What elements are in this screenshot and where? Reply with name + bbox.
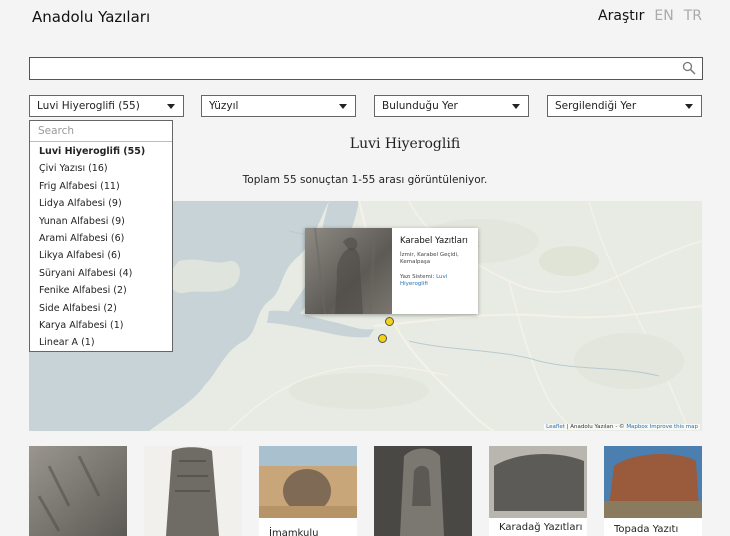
filter-label: Bulunduğu Yer (382, 100, 458, 112)
search-bar (29, 57, 703, 80)
result-card[interactable]: İmamkulu (259, 446, 357, 536)
chevron-down-icon (512, 104, 520, 109)
result-card[interactable]: Karadağ Yazıtları (489, 446, 587, 536)
dropdown-option[interactable]: Fenike Alfabesi (2) (30, 283, 172, 300)
popup-system-label: Yazı Sistemi: (400, 274, 435, 280)
popup-title[interactable]: Karabel Yazıtları (400, 236, 468, 246)
chevron-down-icon (339, 104, 347, 109)
dropdown-option[interactable]: Yunan Alfabesi (9) (30, 214, 172, 231)
filter-label: Sergilendiği Yer (555, 100, 637, 112)
result-count-text: Toplam 55 sonuçtan 1-55 arası görüntülen… (242, 174, 488, 186)
brand-title[interactable]: Anadolu Yazıları (32, 8, 150, 26)
popup-location: İzmir, Karabel Geçidi, Kemalpaşa (400, 252, 459, 265)
filter-century[interactable]: Yüzyıl (201, 95, 356, 117)
card-title[interactable]: Karadağ Yazıtları (499, 522, 582, 533)
nav-search-link[interactable]: Araştır (598, 8, 644, 24)
dropdown-option[interactable]: Çivi Yazısı (16) (30, 161, 172, 178)
dropdown-option[interactable]: Side Alfabesi (2) (30, 301, 172, 318)
leaflet-link[interactable]: Leaflet (546, 424, 565, 430)
card-image (29, 446, 127, 536)
card-title[interactable]: İmamkulu (269, 528, 319, 536)
search-icon[interactable] (682, 61, 696, 75)
dropdown-option[interactable]: Lidya Alfabesi (9) (30, 196, 172, 213)
dropdown-option[interactable]: Karya Alfabesi (1) (30, 318, 172, 335)
card-image (144, 446, 242, 536)
map-popup[interactable]: Karabel Yazıtları İzmir, Karabel Geçidi,… (305, 227, 478, 315)
result-card[interactable] (374, 446, 472, 536)
filter-writing-system[interactable]: Luvi Hiyeroglifi (55) (29, 95, 184, 117)
dropdown-option[interactable]: Arami Alfabesi (6) (30, 231, 172, 248)
dropdown-list: Luvi Hiyeroglifi (55) Çivi Yazısı (16) F… (30, 142, 172, 353)
dropdown-option[interactable]: Likya Alfabesi (6) (30, 248, 172, 265)
dropdown-option[interactable]: Frig Alfabesi (11) (30, 179, 172, 196)
filter-found-place[interactable]: Bulunduğu Yer (374, 95, 529, 117)
filter-label: Luvi Hiyeroglifi (55) (37, 100, 140, 112)
map-attribution: Leaflet | Anadolu Yazıları - © Mapbox Im… (544, 424, 700, 430)
dropdown-search-input[interactable]: Search (30, 121, 172, 142)
map-marker[interactable] (385, 317, 394, 326)
map-marker[interactable] (378, 334, 387, 343)
result-card[interactable]: Topada Yazıtı (604, 446, 702, 536)
result-card[interactable] (144, 446, 242, 536)
mapbox-link[interactable]: Mapbox (626, 424, 648, 430)
improve-map-link[interactable]: Improve this map (650, 424, 698, 430)
popup-writing-system: Yazı Sistemi: Luvi Hiyeroglifi (400, 274, 474, 288)
header: Anadolu Yazıları Araştır EN TR (0, 0, 730, 34)
dropdown-option[interactable]: Luvi Hiyeroglifi (55) (30, 144, 172, 161)
filter-label: Yüzyıl (209, 100, 239, 112)
attribution-text: | Anadolu Yazıları - © (564, 424, 627, 430)
lang-en-link[interactable]: EN (654, 8, 673, 24)
card-image (374, 446, 472, 536)
dropdown-option[interactable]: Linear A (1) (30, 335, 172, 352)
writing-system-dropdown: Search Luvi Hiyeroglifi (55) Çivi Yazısı… (29, 120, 173, 352)
popup-thumbnail[interactable] (305, 227, 392, 315)
chevron-down-icon (167, 104, 175, 109)
result-card[interactable] (29, 446, 127, 536)
filter-exhibited-place[interactable]: Sergilendiği Yer (547, 95, 702, 117)
chevron-down-icon (685, 104, 693, 109)
lang-tr-link[interactable]: TR (684, 8, 702, 24)
results-grid: İmamkulu Karadağ Yazıtları Topada Yazıtı (29, 446, 703, 536)
dropdown-option[interactable]: Süryani Alfabesi (4) (30, 266, 172, 283)
top-nav: Araştır EN TR (598, 8, 702, 24)
card-title[interactable]: Topada Yazıtı (614, 524, 678, 535)
section-title-text: Luvi Hiyeroglifi (349, 136, 461, 152)
search-input[interactable] (30, 58, 670, 79)
